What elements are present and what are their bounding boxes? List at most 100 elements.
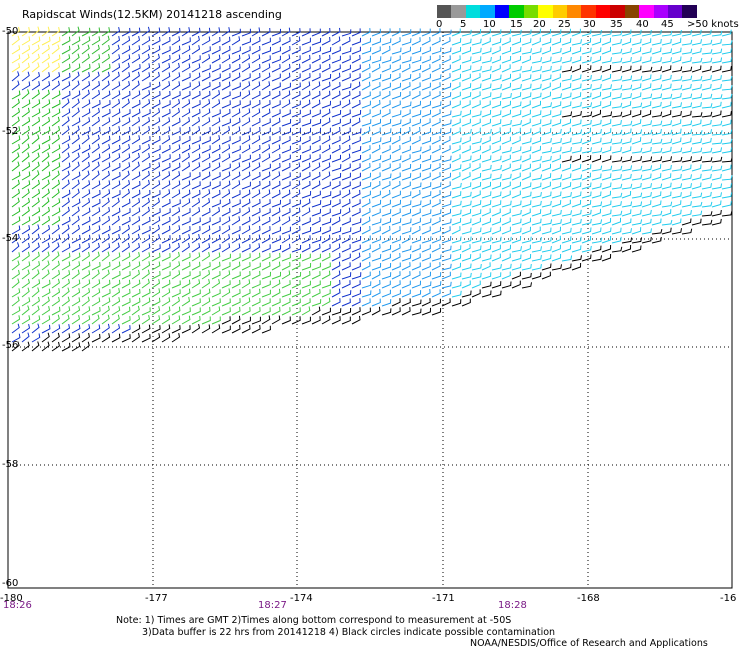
wind-barb — [651, 164, 662, 172]
wind-barb — [601, 84, 612, 91]
wind-barb — [281, 127, 291, 136]
wind-barb — [181, 144, 191, 154]
wind-barb — [701, 219, 713, 226]
wind-barb — [371, 56, 382, 64]
wind-barb — [431, 272, 442, 280]
wind-barb — [631, 192, 643, 199]
wind-barb — [441, 236, 452, 244]
wind-barb — [321, 90, 331, 100]
wind-barb — [261, 244, 271, 253]
wind-barb — [551, 37, 562, 46]
wind-barb — [431, 262, 441, 271]
wind-barb — [231, 324, 241, 334]
wind-barb — [701, 137, 712, 145]
wind-barb — [301, 145, 311, 154]
wind-barb — [81, 152, 90, 163]
wind-barb — [641, 209, 652, 217]
wind-barb — [581, 84, 592, 91]
wind-barb — [51, 314, 60, 325]
wind-barb — [521, 182, 532, 190]
wind-barb — [401, 289, 411, 298]
wind-barb — [641, 29, 652, 37]
wind-barb — [561, 199, 571, 208]
wind-barb — [181, 180, 191, 190]
wind-barb — [381, 308, 392, 316]
wind-barb — [421, 262, 431, 271]
wind-barb — [431, 254, 442, 262]
wind-barb — [141, 197, 150, 208]
wind-barb — [721, 29, 732, 37]
wind-barb — [141, 152, 151, 163]
wind-barb — [251, 270, 261, 280]
wind-barb — [461, 118, 471, 127]
wind-barb — [501, 253, 511, 262]
wind-barb — [341, 36, 351, 46]
wind-barb — [251, 207, 261, 217]
wind-barb — [421, 298, 431, 307]
wind-barb — [141, 297, 151, 307]
wind-barb — [391, 307, 401, 316]
wind-barb — [721, 93, 733, 100]
wind-barb — [151, 224, 160, 235]
wind-barb — [331, 64, 341, 73]
wind-barb — [21, 242, 30, 253]
wind-barb — [211, 117, 221, 127]
wind-barb — [551, 65, 562, 73]
wind-barb — [111, 36, 121, 46]
wind-barb — [531, 110, 542, 118]
wind-barb — [261, 307, 271, 316]
wind-barb — [301, 46, 311, 55]
wind-barb — [231, 82, 241, 91]
wind-barb — [61, 224, 70, 235]
wind-barb — [451, 73, 461, 82]
wind-barb — [161, 162, 171, 172]
wind-barb — [201, 162, 211, 172]
wind-barb — [641, 101, 652, 109]
wind-barb — [431, 101, 442, 109]
wind-barb — [361, 198, 371, 208]
wind-barb — [561, 263, 572, 271]
wind-barb — [631, 56, 642, 64]
wind-barb — [681, 30, 692, 37]
wind-barb — [551, 209, 562, 217]
wind-barb — [361, 182, 372, 190]
wind-barb — [171, 280, 181, 289]
wind-barb — [411, 262, 421, 271]
wind-barb — [161, 297, 171, 307]
wind-barb — [161, 63, 171, 73]
wind-barb — [481, 100, 491, 109]
wind-barb — [311, 316, 321, 325]
wind-barb — [701, 103, 713, 109]
wind-barb — [141, 278, 150, 289]
wind-barb — [241, 262, 251, 271]
wind-barb — [81, 197, 91, 208]
wind-barb — [561, 210, 572, 217]
wind-barb — [531, 119, 542, 127]
wind-barb — [371, 127, 381, 136]
wind-barb — [101, 243, 111, 253]
wind-barb — [481, 118, 491, 127]
wind-barb — [181, 126, 191, 136]
wind-barb — [711, 110, 722, 118]
wind-barb — [391, 289, 401, 298]
wind-barb — [11, 45, 21, 55]
wind-barb — [201, 46, 211, 55]
wind-barb — [71, 44, 80, 55]
wind-barb — [201, 181, 211, 190]
wind-barb — [271, 100, 281, 109]
wind-barb — [191, 63, 201, 73]
wind-barb — [111, 242, 120, 253]
wind-barb — [481, 56, 492, 64]
wind-barb — [211, 324, 221, 334]
wind-barb — [401, 74, 412, 82]
wind-barb — [661, 110, 672, 118]
wind-barb — [301, 37, 311, 46]
wind-barb — [21, 99, 31, 109]
wind-barb — [551, 29, 562, 37]
wind-barb — [121, 135, 131, 145]
wind-barb — [591, 227, 602, 235]
wind-barb — [321, 81, 331, 91]
wind-barb — [441, 254, 452, 262]
wind-barb — [81, 81, 91, 91]
wind-barb — [281, 72, 291, 82]
